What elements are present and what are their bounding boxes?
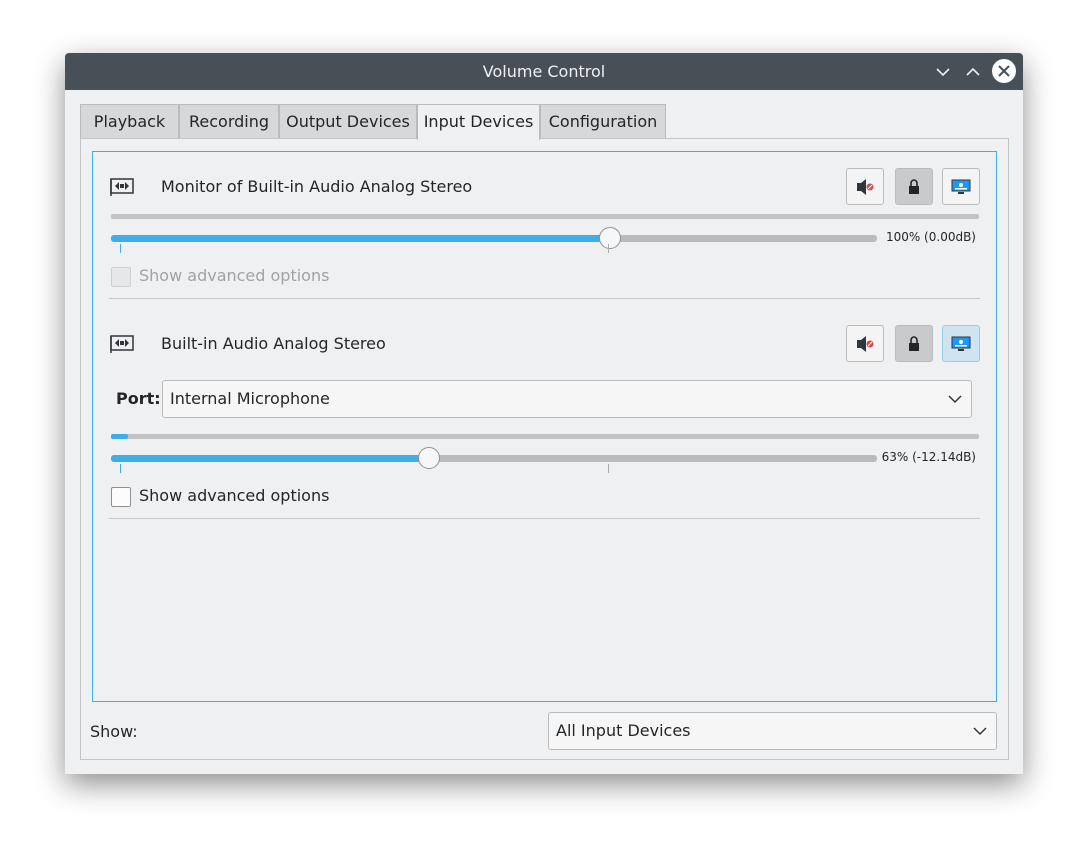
tab-playback[interactable]: Playback (80, 104, 179, 139)
sound-card-icon (110, 335, 134, 353)
device-separator (109, 518, 980, 519)
slider-tick-min (120, 244, 121, 253)
lock-icon (909, 336, 919, 351)
chevron-up-icon (966, 67, 980, 76)
volume-slider-handle[interactable] (599, 227, 621, 249)
level-meter-fill (111, 434, 128, 439)
slider-tick-100 (608, 464, 609, 473)
show-filter-label: Show: (90, 722, 138, 741)
level-meter (111, 214, 979, 219)
device-list[interactable]: Monitor of Built-in Audio Analog Stereo (92, 151, 997, 702)
level-meter (111, 434, 979, 439)
set-default-button[interactable] (942, 325, 980, 362)
set-default-button[interactable] (942, 168, 980, 205)
port-select[interactable]: Internal Microphone (162, 380, 972, 418)
chevron-down-icon (948, 395, 962, 404)
tab-configuration[interactable]: Configuration (540, 104, 666, 139)
volume-slider-fill (111, 455, 429, 462)
volume-slider-fill (111, 235, 610, 242)
device-builtin-audio: Built-in Audio Analog Stereo Port: Inter… (93, 300, 996, 522)
show-filter-select[interactable]: All Input Devices (548, 712, 997, 750)
volume-slider-handle[interactable] (418, 447, 440, 469)
port-label: Port: (116, 389, 161, 408)
device-monitor: Monitor of Built-in Audio Analog Stereo (93, 152, 996, 300)
sound-card-icon (110, 178, 134, 196)
device-name: Built-in Audio Analog Stereo (161, 334, 386, 353)
volume-label: 100% (0.00dB) (885, 230, 976, 244)
volume-label: 63% (-12.14dB) (881, 450, 976, 464)
port-select-value: Internal Microphone (170, 389, 330, 408)
volume-control-window: Volume Control Playback Recording Output… (65, 53, 1023, 774)
window-title: Volume Control (482, 62, 606, 81)
slider-tick-min (120, 464, 121, 473)
mute-button[interactable] (846, 168, 884, 205)
monitor-icon (951, 179, 971, 194)
mute-speaker-icon (857, 179, 874, 195)
mute-speaker-icon (857, 336, 874, 352)
chevron-down-icon (936, 68, 950, 77)
show-filter-value: All Input Devices (556, 721, 691, 740)
tab-output-devices[interactable]: Output Devices (279, 104, 417, 139)
titlebar: Volume Control (65, 53, 1023, 90)
maximize-button[interactable] (961, 60, 985, 84)
volume-slider[interactable] (111, 447, 877, 469)
slider-tick-100 (608, 244, 609, 253)
device-separator (109, 298, 980, 299)
show-advanced-label[interactable]: Show advanced options (139, 486, 329, 505)
lock-channels-button[interactable] (895, 325, 933, 362)
show-advanced-checkbox[interactable] (111, 487, 131, 507)
monitor-icon (951, 336, 971, 351)
tab-input-devices[interactable]: Input Devices (417, 104, 540, 140)
device-name: Monitor of Built-in Audio Analog Stereo (161, 177, 473, 196)
minimize-button[interactable] (931, 60, 955, 84)
show-advanced-checkbox (111, 267, 131, 287)
lock-icon (909, 179, 919, 194)
chevron-down-icon (973, 727, 987, 736)
show-advanced-label: Show advanced options (139, 266, 330, 285)
lock-channels-button[interactable] (895, 168, 933, 205)
volume-slider[interactable] (111, 227, 877, 249)
close-icon (998, 65, 1010, 77)
tab-recording[interactable]: Recording (179, 104, 279, 139)
input-devices-panel: Monitor of Built-in Audio Analog Stereo (80, 138, 1009, 760)
mute-button[interactable] (846, 325, 884, 362)
close-button[interactable] (992, 59, 1016, 83)
